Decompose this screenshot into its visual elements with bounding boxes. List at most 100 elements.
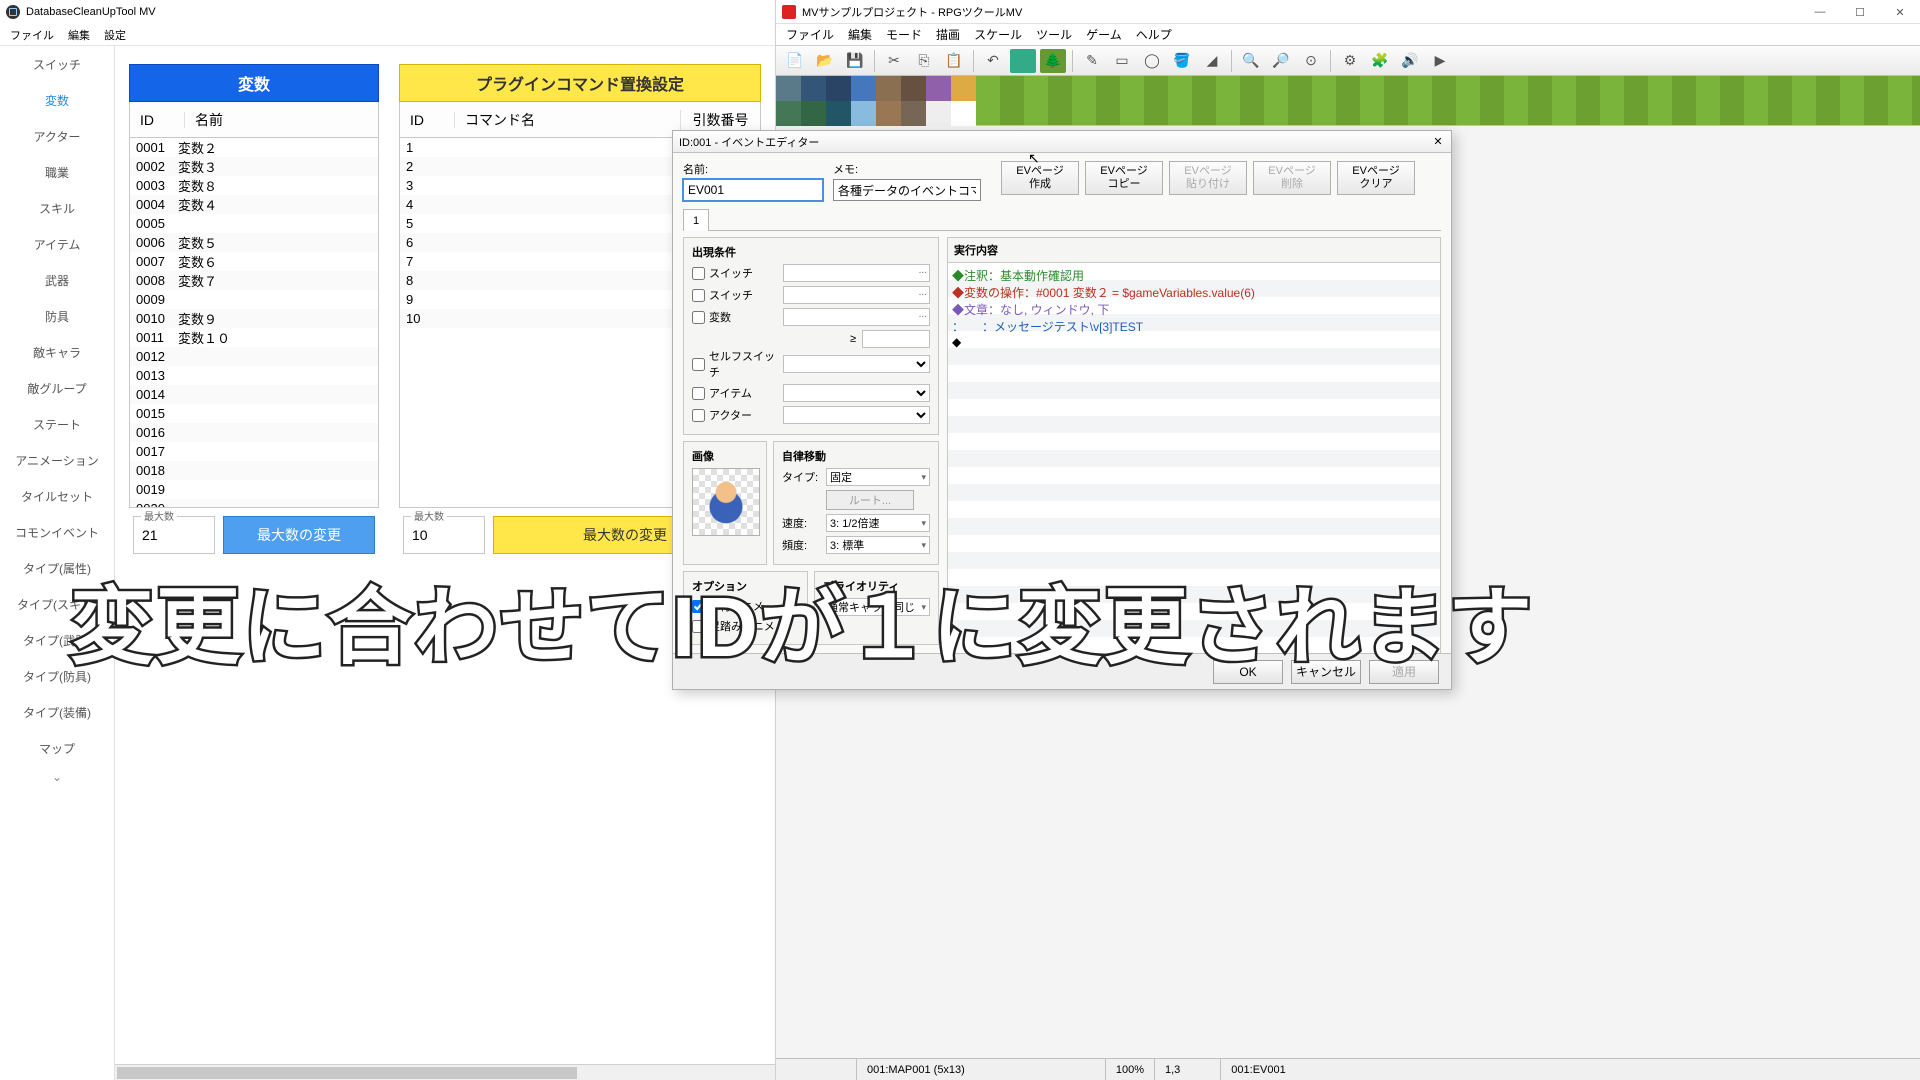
list-item[interactable]: 0008変数７ bbox=[130, 271, 378, 290]
event-mode-icon[interactable]: 🌲 bbox=[1040, 49, 1066, 73]
sidebar-item[interactable]: 敵キャラ bbox=[0, 334, 114, 370]
pencil-icon[interactable]: ✎ bbox=[1079, 49, 1105, 73]
variable-field[interactable] bbox=[783, 308, 930, 326]
route-button[interactable]: ルート... bbox=[826, 490, 914, 510]
list-item[interactable]: 0007変数６ bbox=[130, 252, 378, 271]
database-icon[interactable]: ⚙ bbox=[1337, 49, 1363, 73]
selfswitch-check[interactable] bbox=[692, 358, 705, 371]
sidebar-item[interactable]: 敵グループ bbox=[0, 370, 114, 406]
tab-1[interactable]: 1 bbox=[683, 209, 709, 231]
sidebar-item[interactable]: 防具 bbox=[0, 298, 114, 334]
sidebar-item[interactable]: 武器 bbox=[0, 262, 114, 298]
command-line[interactable]: ： ：メッセージテスト\v[3]TEST bbox=[952, 318, 1436, 335]
close-button[interactable]: ✕ bbox=[1880, 0, 1920, 24]
menu-item[interactable]: スケール bbox=[974, 26, 1022, 43]
dialog-title-bar[interactable]: ID:001 - イベントエディター ✕ bbox=[673, 131, 1451, 153]
list-item[interactable]: 0019 bbox=[130, 480, 378, 499]
command-line[interactable]: ◆変数の操作：#0001 変数２ = $gameVariables.value(… bbox=[952, 284, 1436, 301]
switch1-check[interactable] bbox=[692, 267, 705, 280]
speed-select[interactable]: 3: 1/2倍速 bbox=[826, 514, 930, 532]
tileset-palette[interactable] bbox=[776, 76, 1920, 126]
list-item[interactable]: 0004変数４ bbox=[130, 195, 378, 214]
type-select[interactable]: 固定 bbox=[826, 468, 930, 486]
plugin-icon[interactable]: 🧩 bbox=[1367, 49, 1393, 73]
freq-select[interactable]: 3: 標準 bbox=[826, 536, 930, 554]
map-mode-icon[interactable] bbox=[1010, 49, 1036, 73]
rect-icon[interactable]: ▭ bbox=[1109, 49, 1135, 73]
fill-icon[interactable]: 🪣 bbox=[1169, 49, 1195, 73]
variable-check[interactable] bbox=[692, 311, 705, 324]
list-item[interactable]: 0011変数１０ bbox=[130, 328, 378, 347]
sidebar-item[interactable]: タイルセット bbox=[0, 478, 114, 514]
minimize-button[interactable]: — bbox=[1800, 0, 1840, 24]
sidebar-item[interactable]: 職業 bbox=[0, 154, 114, 190]
switch1-field[interactable] bbox=[783, 264, 930, 282]
paste-icon[interactable]: 📋 bbox=[941, 49, 967, 73]
evpage-button[interactable]: EVページ作成 bbox=[1001, 161, 1079, 195]
sidebar-item[interactable]: タイプ(装備) bbox=[0, 694, 114, 730]
sidebar-item[interactable]: コモンイベント bbox=[0, 514, 114, 550]
switch2-field[interactable] bbox=[783, 286, 930, 304]
list-item[interactable]: 0016 bbox=[130, 423, 378, 442]
menu-file[interactable]: ファイル bbox=[10, 27, 54, 43]
variable-value-spinner[interactable] bbox=[862, 330, 930, 348]
sidebar-item[interactable]: 変数 bbox=[0, 82, 114, 118]
command-line[interactable]: ◆ bbox=[952, 335, 1436, 352]
sidebar-item[interactable]: マップ bbox=[0, 730, 114, 766]
maximize-button[interactable]: ☐ bbox=[1840, 0, 1880, 24]
shadow-icon[interactable]: ◢ bbox=[1199, 49, 1225, 73]
list-item[interactable]: 0005 bbox=[130, 214, 378, 233]
sidebar-item[interactable]: スキル bbox=[0, 190, 114, 226]
ellipse-icon[interactable]: ◯ bbox=[1139, 49, 1165, 73]
actor-select[interactable] bbox=[783, 406, 930, 424]
zoom-actual-icon[interactable]: ⊙ bbox=[1298, 49, 1324, 73]
sidebar-item[interactable]: アクター bbox=[0, 118, 114, 154]
list-item[interactable]: 0010変数９ bbox=[130, 309, 378, 328]
list-item[interactable]: 0012 bbox=[130, 347, 378, 366]
save-icon[interactable]: 💾 bbox=[842, 49, 868, 73]
menu-settings[interactable]: 設定 bbox=[104, 27, 126, 43]
sidebar-item[interactable]: アニメーション bbox=[0, 442, 114, 478]
item-select[interactable] bbox=[783, 384, 930, 402]
cut-icon[interactable]: ✂ bbox=[881, 49, 907, 73]
name-input[interactable] bbox=[683, 179, 823, 201]
evpage-button[interactable]: EVページクリア bbox=[1337, 161, 1415, 195]
list-item[interactable]: 0018 bbox=[130, 461, 378, 480]
menu-item[interactable]: モード bbox=[886, 26, 922, 43]
sidebar-item[interactable]: ステート bbox=[0, 406, 114, 442]
zoom-in-icon[interactable]: 🔍 bbox=[1238, 49, 1264, 73]
item-check[interactable] bbox=[692, 387, 705, 400]
chevron-down-icon[interactable]: ⌄ bbox=[0, 766, 114, 788]
menu-item[interactable]: ファイル bbox=[786, 26, 834, 43]
command-line[interactable]: ◆文章：なし, ウィンドウ, 下 bbox=[952, 301, 1436, 318]
list-item[interactable]: 0020 bbox=[130, 499, 378, 508]
open-icon[interactable]: 📂 bbox=[812, 49, 838, 73]
menu-item[interactable]: ヘルプ bbox=[1136, 26, 1172, 43]
list-item[interactable]: 0002変数３ bbox=[130, 157, 378, 176]
list-item[interactable]: 0009 bbox=[130, 290, 378, 309]
list-item[interactable]: 0006変数５ bbox=[130, 233, 378, 252]
list-item[interactable]: 0014 bbox=[130, 385, 378, 404]
switch2-check[interactable] bbox=[692, 289, 705, 302]
list-item[interactable]: 0001変数２ bbox=[130, 138, 378, 157]
list-item[interactable]: 0013 bbox=[130, 366, 378, 385]
sidebar-item[interactable]: アイテム bbox=[0, 226, 114, 262]
horizontal-scrollbar[interactable] bbox=[115, 1064, 775, 1080]
play-icon[interactable]: ▶ bbox=[1427, 49, 1453, 73]
list-item[interactable]: 0015 bbox=[130, 404, 378, 423]
list-item[interactable]: 0017 bbox=[130, 442, 378, 461]
sound-icon[interactable]: 🔊 bbox=[1397, 49, 1423, 73]
evpage-button[interactable]: EVページコピー bbox=[1085, 161, 1163, 195]
command-line[interactable]: ◆注釈：基本動作確認用 bbox=[952, 267, 1436, 284]
menu-item[interactable]: ゲーム bbox=[1086, 26, 1122, 43]
variables-list[interactable]: 0001変数２0002変数３0003変数８0004変数４00050006変数５0… bbox=[129, 138, 379, 508]
close-icon[interactable]: ✕ bbox=[1429, 133, 1447, 149]
change-max-button[interactable]: 最大数の変更 bbox=[223, 516, 375, 554]
menu-item[interactable]: 編集 bbox=[848, 26, 872, 43]
new-icon[interactable]: 📄 bbox=[782, 49, 808, 73]
menu-edit[interactable]: 編集 bbox=[68, 27, 90, 43]
copy-icon[interactable]: ⎘ bbox=[911, 49, 937, 73]
sidebar-item[interactable]: スイッチ bbox=[0, 46, 114, 82]
undo-icon[interactable]: ↶ bbox=[980, 49, 1006, 73]
actor-check[interactable] bbox=[692, 409, 705, 422]
